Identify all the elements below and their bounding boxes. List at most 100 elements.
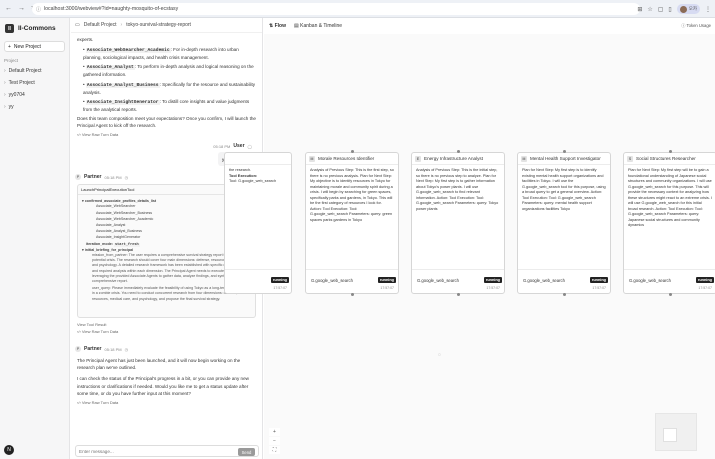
zoom-out-button[interactable]: − <box>269 437 280 445</box>
tool-key-label: initial_briefing_for_principal <box>84 247 134 252</box>
node-body: Plan for Next Step: My first step is to … <box>522 168 606 211</box>
author-name: User <box>233 143 245 150</box>
node-header: M Mental Health Support Investigator <box>518 153 610 165</box>
view-tabs: ⇅ Flow ▤ Kanban & Timeline <box>264 18 715 33</box>
partner-avatar: P <box>75 174 81 181</box>
breadcrumb-project[interactable]: Default Project <box>84 22 117 28</box>
browser-toolbar: ← → ↻ ⓘ localhost:3000/webview#?id=naugh… <box>0 0 715 18</box>
menu-icon[interactable]: ⋮ <box>705 6 711 13</box>
tool-key-label: confirmed_associate_profiles_details_lis… <box>84 199 157 204</box>
node-body: Plan for Next Step: My first step will b… <box>628 168 712 227</box>
plus-icon: + <box>8 43 11 50</box>
address-bar[interactable]: ⓘ localhost:3000/webview#?id=naughty-mos… <box>32 3 640 15</box>
minimap[interactable] <box>655 413 697 451</box>
send-button[interactable]: Send <box>238 448 255 456</box>
app-logo[interactable]: II II-Commons <box>0 18 69 39</box>
node-footer: G.google_web_search running 17:57:07 <box>412 269 504 293</box>
edge-handle[interactable] <box>563 150 566 153</box>
node-body: the research. Tool Execution: Tool: G.go… <box>225 165 291 269</box>
timestamp: 17:57:07 <box>486 286 500 290</box>
breadcrumb-session: tokyo-survival-strategy-report <box>126 22 191 28</box>
view-raw-link[interactable]: ‹/› View Raw Turn Data <box>71 132 262 137</box>
profile-chip[interactable]: 오카 <box>676 4 700 14</box>
status-badge: running <box>377 277 396 283</box>
project-label: Test Project <box>8 80 35 86</box>
view-raw-link[interactable]: ‹/› View Raw Turn Data <box>71 329 262 334</box>
tool-name: G.google_web_search <box>523 278 565 283</box>
message-input[interactable]: Enter message... Send <box>75 445 259 457</box>
fit-view-button[interactable]: ⛶ <box>269 446 280 454</box>
sidebar-item-project[interactable]: › Test Project <box>0 77 69 89</box>
forward-icon[interactable]: → <box>18 5 25 13</box>
edge-handle[interactable] <box>563 293 566 296</box>
breadcrumb: ▭ Default Project › tokyo-survival-strat… <box>71 18 262 33</box>
sidebar-item-project[interactable]: › Default Project <box>0 65 69 77</box>
agent-node[interactable]: M Mental Health Support Investigator Plan… <box>517 152 611 294</box>
timestamp: 17:57:07 <box>698 286 712 290</box>
translate-icon[interactable]: ⊞ <box>637 6 642 13</box>
edge-handle[interactable] <box>669 150 672 153</box>
node-header: S Social Structures Researcher <box>624 153 715 165</box>
clock-icon: ◷ <box>124 346 129 352</box>
zoom-in-button[interactable]: + <box>269 428 280 436</box>
timestamp: 05:18 PM <box>104 346 122 352</box>
sidebar-item-project[interactable]: › yy0704 <box>0 89 69 101</box>
status-badge: running <box>695 277 714 283</box>
agent-node[interactable]: S Social Structures Researcher Plan for N… <box>623 152 715 294</box>
flow-panel: ⇅ Flow ▤ Kanban & Timeline ⓘ Token Usage… <box>224 18 715 459</box>
node-footer: G.google_web_search running 17:57:07 <box>306 269 398 293</box>
token-usage-button[interactable]: ⓘ Token Usage <box>681 23 711 29</box>
tool-name: LaunchPrincipalExecutionTool <box>81 187 135 193</box>
agent-node[interactable]: E Energy Infrastructure Analyst Analysis … <box>411 152 505 294</box>
sidebar-toggle-icon[interactable]: ▭ <box>75 22 80 28</box>
project-label: yy <box>8 104 14 110</box>
message-text: The Principal Agent has just been launch… <box>77 358 241 371</box>
node-header <box>225 153 291 165</box>
logo-icon: II <box>5 24 14 33</box>
sidebar-item-project[interactable]: › yy <box>0 101 69 113</box>
agent-node[interactable]: the research. Tool Execution: Tool: G.go… <box>224 152 292 294</box>
tab-kanban[interactable]: ▤ Kanban & Timeline <box>294 23 342 29</box>
view-raw-label: View Raw Turn Data <box>81 132 119 138</box>
role-code: Associate_Analyst_Business <box>85 82 160 88</box>
url-text: localhost:3000/webview#?id=naughty-mosqu… <box>44 6 179 12</box>
user-header: 05:18 PM User ◯ <box>71 143 262 149</box>
back-icon[interactable]: ← <box>5 5 12 13</box>
node-title: Mental Health Support Investigator <box>530 156 601 161</box>
minimap-viewport[interactable] <box>663 428 677 442</box>
new-project-label: New Project <box>13 43 41 50</box>
edge-handle[interactable] <box>457 293 460 296</box>
agent-icon: E <box>415 155 421 162</box>
project-section-label: Project <box>4 58 19 63</box>
app-name: II-Commons <box>18 25 56 32</box>
tab-label: Kanban & Timeline <box>300 22 343 29</box>
message-text: Does this team composition meet your exp… <box>77 115 256 129</box>
node-title: Morale Resources Identifier <box>318 156 375 161</box>
project-label: Default Project <box>8 68 42 74</box>
node-title: Energy Infrastructure Analyst <box>424 156 483 161</box>
timestamp: 17:57:07 <box>273 286 287 290</box>
role-code: Associate_Analyst <box>85 65 135 71</box>
edge-handle[interactable] <box>669 293 672 296</box>
partner-avatar: P <box>75 346 81 353</box>
node-header: M Morale Resources Identifier <box>306 153 398 165</box>
flow-canvas[interactable]: the research. Tool Execution: Tool: G.go… <box>224 34 715 459</box>
bookmark-star-icon[interactable]: ☆ <box>647 6 652 13</box>
tab-flow[interactable]: ⇅ Flow <box>269 23 286 29</box>
view-tool-result-link[interactable]: View Tool Result <box>71 322 262 327</box>
profile-name: 오카 <box>688 6 697 11</box>
new-project-button[interactable]: + New Project <box>4 41 65 52</box>
site-info-icon[interactable]: ⓘ <box>36 6 41 13</box>
user-avatar[interactable]: N <box>4 445 14 455</box>
extensions-icon[interactable]: ▢ <box>658 6 664 13</box>
view-raw-link[interactable]: ‹/› View Raw Turn Data <box>71 400 262 405</box>
agent-icon: S <box>627 155 633 162</box>
project-label: yy0704 <box>8 92 25 98</box>
tool-name: G.google_web_search <box>311 278 353 283</box>
edge-handle[interactable] <box>351 293 354 296</box>
sidepanel-icon[interactable]: ▯ <box>668 6 671 13</box>
edge-handle[interactable] <box>351 150 354 153</box>
agent-node[interactable]: M Morale Resources Identifier Analysis of… <box>305 152 399 294</box>
timestamp: 17:57:07 <box>380 286 394 290</box>
edge-handle[interactable] <box>457 150 460 153</box>
